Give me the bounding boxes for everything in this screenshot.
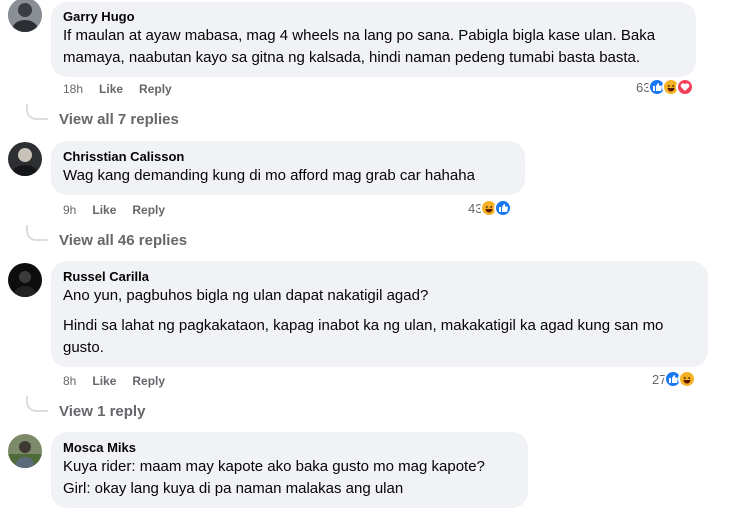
reaction-summary[interactable]: 27 — [652, 370, 697, 388]
haha-icon — [678, 370, 697, 388]
comment-author[interactable]: Garry Hugo — [63, 8, 684, 25]
view-replies-link[interactable]: View 1 reply — [59, 403, 145, 420]
reply-connector — [26, 396, 48, 412]
comment-text: Hindi sa lahat ng pagkakataon, kapag ina… — [63, 317, 664, 356]
comment-time[interactable]: 8h — [63, 373, 76, 389]
reply-button[interactable]: Reply — [139, 81, 172, 97]
comment-text: Ano yun, pagbuhos bigla ng ulan dapat na… — [63, 287, 429, 304]
like-button[interactable]: Like — [99, 81, 123, 97]
avatar[interactable] — [8, 0, 42, 32]
view-replies-link[interactable]: View all 46 replies — [59, 232, 187, 249]
comment-text: Kuya rider: maam may kapote ako baka gus… — [63, 458, 485, 475]
comment-text: If maulan at ayaw mabasa, mag 4 wheels n… — [63, 27, 656, 66]
comment-text: Wag kang demanding kung di mo afford mag… — [63, 167, 475, 184]
reply-connector — [26, 225, 48, 241]
comment-author[interactable]: Mosca Miks — [63, 439, 516, 456]
comment-text: Girl: okay lang kuya di pa naman malakas… — [63, 480, 404, 497]
reply-button[interactable]: Reply — [132, 373, 165, 389]
like-button[interactable]: Like — [92, 373, 116, 389]
avatar[interactable] — [8, 142, 42, 176]
comment-bubble: Chrisstian Calisson Wag kang demanding k… — [51, 141, 525, 195]
reaction-summary[interactable]: 43 — [468, 199, 513, 217]
comment-time[interactable]: 9h — [63, 202, 76, 218]
comment-bubble: Russel Carilla Ano yun, pagbuhos bigla n… — [51, 261, 708, 367]
comment-actions: 8h Like Reply — [63, 373, 165, 389]
reply-button[interactable]: Reply — [132, 202, 165, 218]
reaction-summary[interactable]: 63 — [636, 78, 695, 96]
comment-author[interactable]: Chrisstian Calisson — [63, 148, 513, 165]
love-icon — [676, 78, 695, 96]
comment-author[interactable]: Russel Carilla — [63, 268, 696, 285]
comment-actions: 18h Like Reply — [63, 81, 172, 97]
comment-actions: 9h Like Reply — [63, 202, 165, 218]
like-icon — [494, 199, 513, 217]
avatar[interactable] — [8, 263, 42, 297]
view-replies-link[interactable]: View all 7 replies — [59, 111, 179, 128]
like-button[interactable]: Like — [92, 202, 116, 218]
comment-bubble: Garry Hugo If maulan at ayaw mabasa, mag… — [51, 2, 696, 77]
comment-time[interactable]: 18h — [63, 81, 83, 97]
reply-connector — [26, 104, 48, 120]
avatar[interactable] — [8, 434, 42, 468]
comment-bubble: Mosca Miks Kuya rider: maam may kapote a… — [51, 432, 528, 508]
